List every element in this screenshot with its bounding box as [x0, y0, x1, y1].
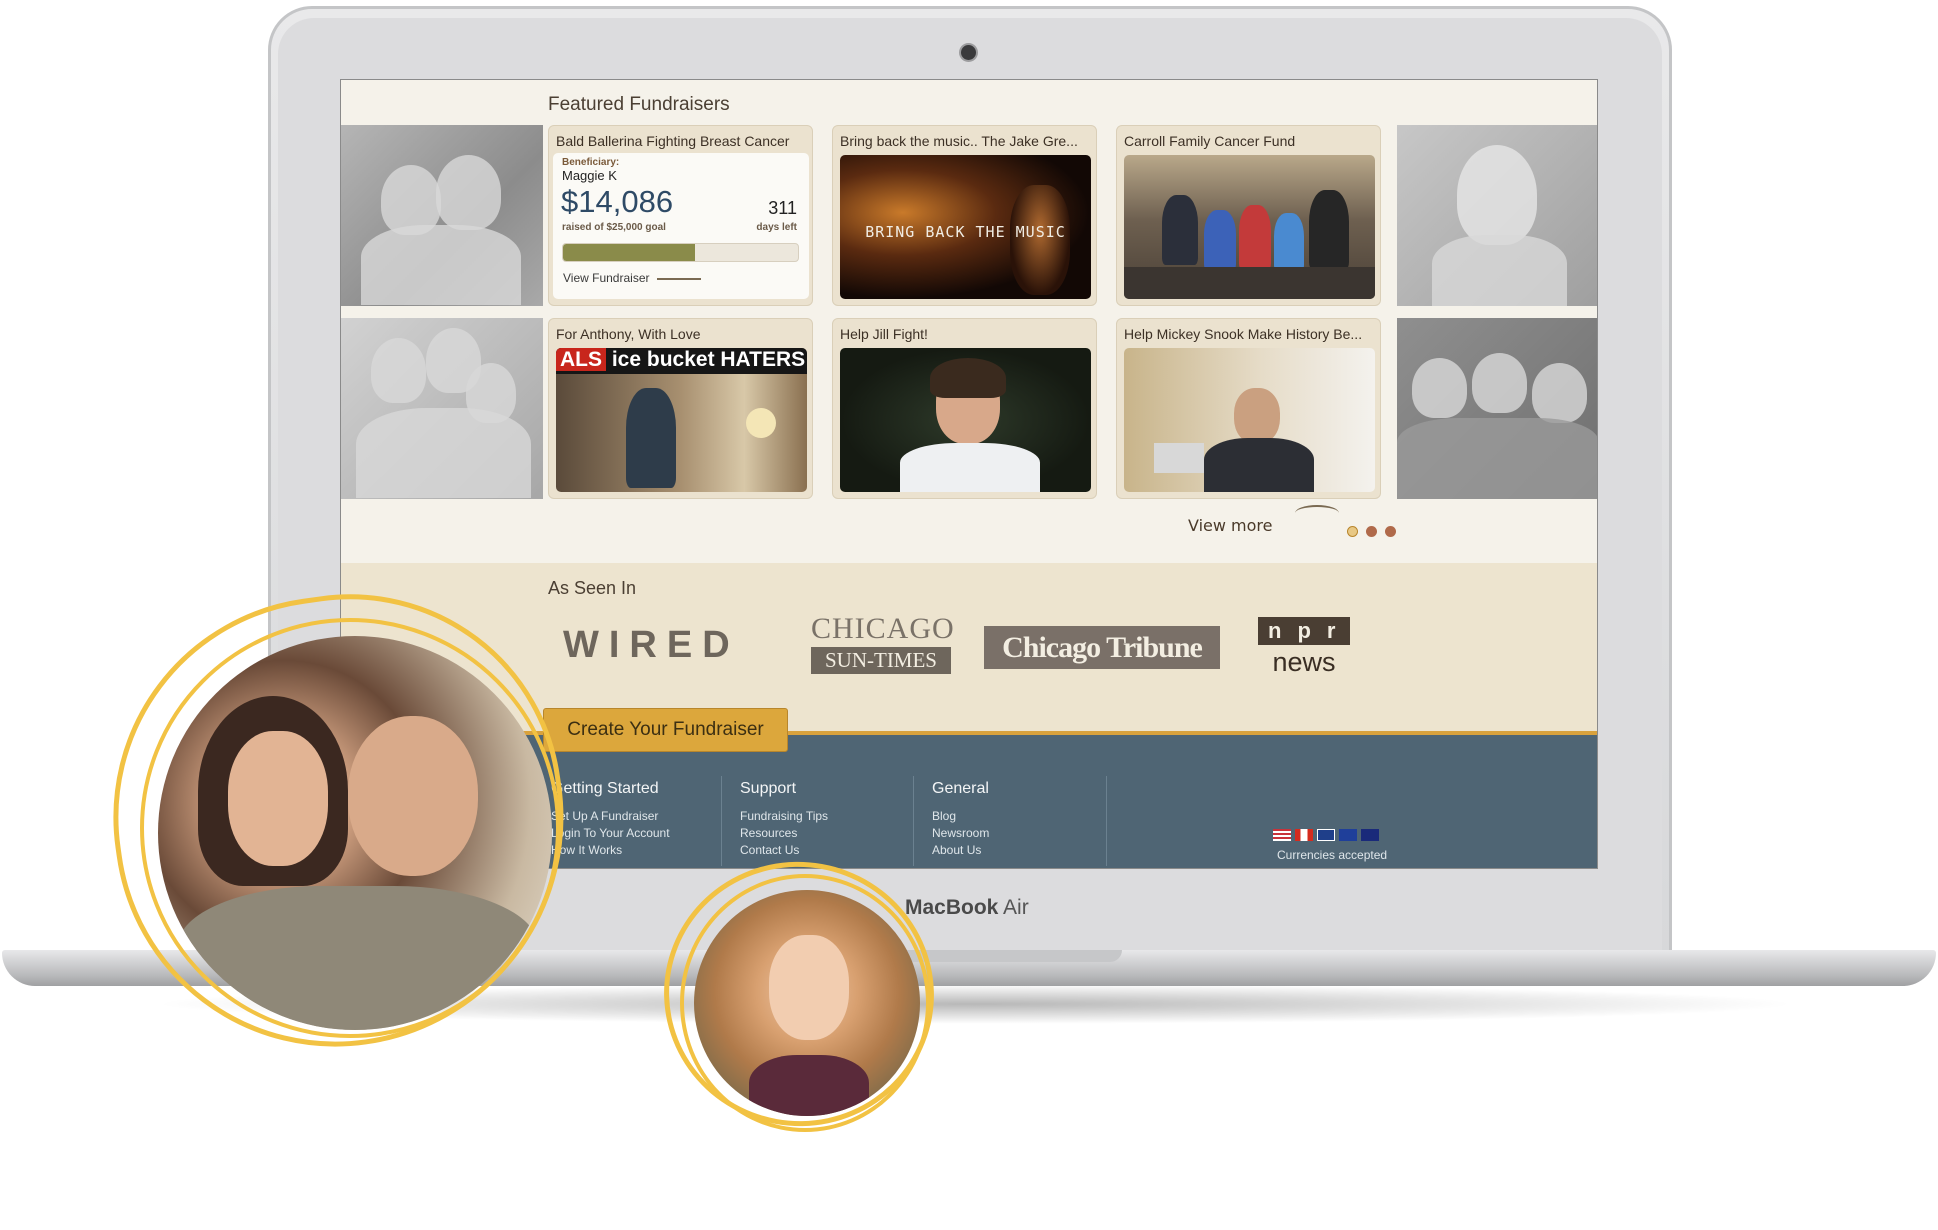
card-photo	[840, 348, 1091, 492]
photo-ring	[680, 874, 930, 1132]
side-photo-boy	[1397, 125, 1597, 306]
footer-link[interactable]: How It Works	[551, 842, 670, 859]
arrow-swoop-icon	[1295, 505, 1339, 521]
footer-heading: Support	[740, 780, 797, 797]
brand-bold: MacBook	[905, 896, 999, 919]
sun-times-logo: CHICAGO SUN-TIMES	[811, 612, 955, 674]
photo-ring	[140, 618, 560, 1038]
featured-title: Featured Fundraisers	[548, 94, 730, 115]
sun-times-line2: SUN-TIMES	[811, 647, 951, 674]
as-seen-in-title: As Seen In	[548, 578, 637, 598]
card-title: Bald Ballerina Fighting Breast Cancer	[556, 133, 790, 149]
footer-link[interactable]: Blog	[932, 808, 989, 825]
brand-light: Air	[1003, 896, 1029, 919]
beneficiary-name: Maggie K	[562, 168, 617, 183]
side-photo-group	[1397, 318, 1597, 499]
view-more-label: View more	[1188, 516, 1273, 535]
page-dot-3[interactable]	[1385, 526, 1397, 537]
footer-link[interactable]: About Us	[932, 842, 989, 859]
footer-link[interactable]: Login To Your Account	[551, 825, 670, 842]
card-title: Carroll Family Cancer Fund	[1124, 133, 1296, 149]
progress-bar	[562, 243, 799, 262]
als-banner-text: ice bucket HATERS	[611, 348, 806, 371]
footer-divider	[1106, 776, 1107, 866]
footer-divider	[721, 776, 722, 866]
currencies-text: Currencies accepted	[1277, 848, 1388, 862]
fundraiser-card-music[interactable]: Bring back the music.. The Jake Gre... B…	[832, 125, 1097, 306]
side-photo-couple	[341, 125, 543, 306]
progress-fill	[563, 244, 695, 261]
footer-link[interactable]: Resources	[740, 825, 828, 842]
card-title: Bring back the music.. The Jake Gre...	[840, 133, 1078, 149]
footer-link[interactable]: Set Up A Fundraiser	[551, 808, 670, 825]
card-title: Help Jill Fight!	[840, 326, 928, 342]
laptop-brand: MacBook Air	[905, 896, 1029, 920]
view-fundraiser-link[interactable]: View Fundraiser	[563, 271, 701, 285]
card-photo: BRING BACK THE MUSIC	[840, 155, 1091, 299]
als-banner-red: ALS	[556, 348, 606, 371]
view-more-link[interactable]: View more	[1188, 516, 1273, 535]
amount-raised: $14,086	[561, 184, 674, 219]
npr-news-logo: npr news	[1258, 617, 1350, 679]
fundraiser-card-ballerina[interactable]: Bald Ballerina Fighting Breast Cancer Be…	[548, 125, 813, 306]
beneficiary-label: Beneficiary:	[562, 157, 620, 168]
footer-divider	[913, 776, 914, 866]
side-photo-family	[341, 318, 543, 499]
us-flag-icon	[1273, 829, 1291, 841]
card-title: Help Mickey Snook Make History Be...	[1124, 326, 1363, 342]
fundraiser-card-anthony[interactable]: For Anthony, With Love ALS ice bucket HA…	[548, 318, 813, 499]
view-fundraiser-label: View Fundraiser	[563, 271, 650, 285]
card-photo	[1124, 348, 1375, 492]
als-banner: ALS ice bucket HATERS	[556, 348, 807, 374]
footer-col-getting-started: Getting Started Set Up A Fundraiser Logi…	[551, 780, 670, 859]
footer-link[interactable]: Newsroom	[932, 825, 989, 842]
fundraiser-summary: Beneficiary: Maggie K $14,086 raised of …	[553, 153, 809, 299]
wired-logo: WIRED	[563, 621, 740, 669]
australia-flag-icon	[1361, 829, 1379, 841]
fundraiser-card-mickey[interactable]: Help Mickey Snook Make History Be...	[1116, 318, 1381, 499]
pagination-dots[interactable]	[1347, 522, 1397, 541]
arrow-right-icon	[656, 277, 701, 280]
canada-flag-icon	[1295, 829, 1313, 841]
card-photo	[1124, 155, 1375, 299]
footer-col-general: General Blog Newsroom About Us	[932, 780, 989, 859]
currency-flags	[1273, 829, 1379, 841]
uk-flag-icon	[1317, 829, 1335, 841]
eu-flag-icon	[1339, 829, 1357, 841]
footer-heading: General	[932, 780, 989, 797]
footer-heading: Getting Started	[551, 780, 659, 797]
wired-logo-text: WIRED	[563, 623, 740, 666]
card-photo: ALS ice bucket HATERS	[556, 348, 807, 492]
footer-link[interactable]: Contact Us	[740, 842, 828, 859]
photo-overlay-text: BRING BACK THE MUSIC	[865, 223, 1066, 241]
npr-logo-text: npr	[1258, 617, 1350, 645]
fundraiser-card-carroll[interactable]: Carroll Family Cancer Fund	[1116, 125, 1381, 306]
days-left-label: days left	[756, 222, 797, 233]
days-left-count: 311	[768, 198, 797, 218]
goal-text: raised of $25,000 goal	[562, 222, 666, 233]
news-logo-text: news	[1272, 647, 1336, 677]
create-fundraiser-button[interactable]: Create Your Fundraiser	[543, 708, 788, 752]
page-dot-2[interactable]	[1366, 526, 1378, 537]
fundraiser-card-jill[interactable]: Help Jill Fight!	[832, 318, 1097, 499]
chicago-tribune-logo: Chicago Tribune	[984, 626, 1220, 669]
card-title: For Anthony, With Love	[556, 326, 701, 342]
page-dot-1[interactable]	[1347, 526, 1358, 537]
sun-times-line1: CHICAGO	[811, 612, 955, 645]
camera-icon	[961, 45, 976, 60]
promo-stage: MacBook Air Featured Fundraisers Bald Ba…	[0, 0, 1938, 1230]
footer-link[interactable]: Fundraising Tips	[740, 808, 828, 825]
footer-col-support: Support Fundraising Tips Resources Conta…	[740, 780, 828, 859]
